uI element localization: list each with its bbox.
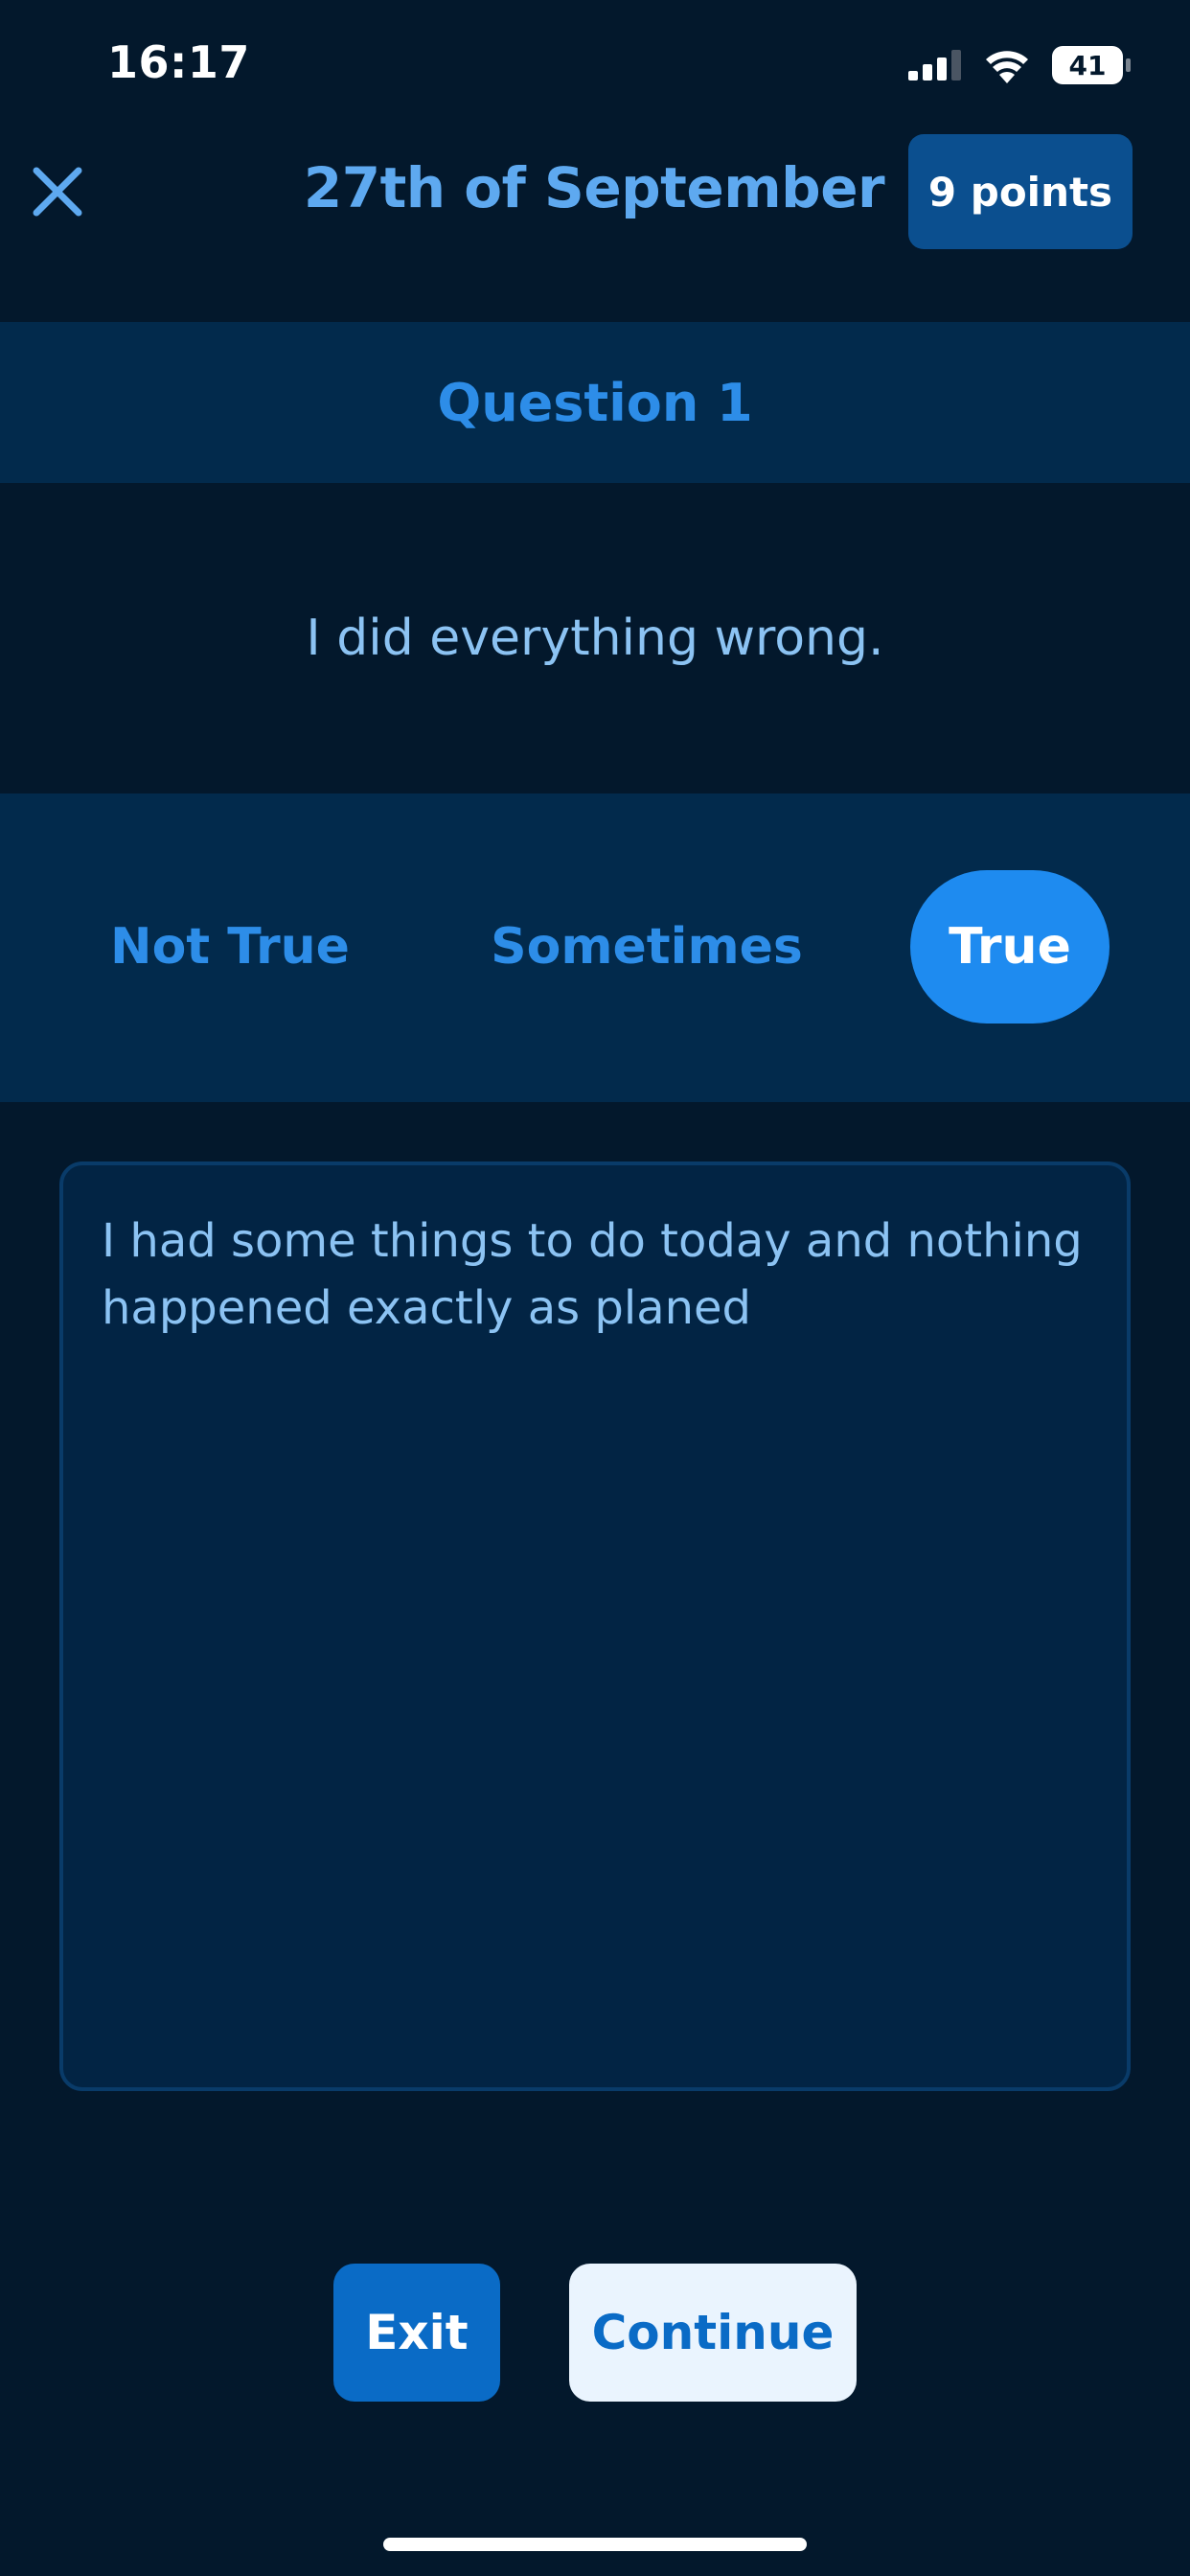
continue-button[interactable]: Continue	[569, 2264, 857, 2402]
exit-button[interactable]: Exit	[333, 2264, 500, 2402]
close-button[interactable]	[27, 161, 88, 222]
option-sometimes[interactable]: Sometimes	[479, 870, 814, 1024]
close-icon	[33, 167, 82, 217]
option-not-true[interactable]: Not True	[96, 870, 364, 1024]
home-indicator[interactable]	[383, 2538, 807, 2551]
status-time: 16:17	[107, 36, 250, 88]
header: 27th of September 9 points	[0, 134, 1190, 316]
status-bar: 16:17 41	[0, 0, 1190, 134]
journal-textarea[interactable]: I had some things to do today and nothin…	[59, 1162, 1131, 2091]
answer-options: Not True Sometimes True	[0, 794, 1190, 1102]
question-header: Question 1	[0, 322, 1190, 483]
question-statement: I did everything wrong.	[0, 483, 1190, 794]
question-label: Question 1	[437, 372, 753, 433]
page-title: 27th of September	[303, 155, 885, 220]
statement-text: I did everything wrong.	[306, 610, 884, 667]
quiz-screen: 16:17 41 27th of September 9 points Ques…	[0, 0, 1190, 2576]
battery-icon: 41	[1052, 46, 1131, 84]
battery-level: 41	[1068, 49, 1107, 81]
points-badge: 9 points	[908, 134, 1133, 249]
wifi-icon	[986, 51, 1028, 83]
option-true-selected[interactable]: True	[910, 870, 1110, 1024]
signal-icon	[908, 50, 961, 80]
status-icons: 41	[908, 44, 1131, 86]
